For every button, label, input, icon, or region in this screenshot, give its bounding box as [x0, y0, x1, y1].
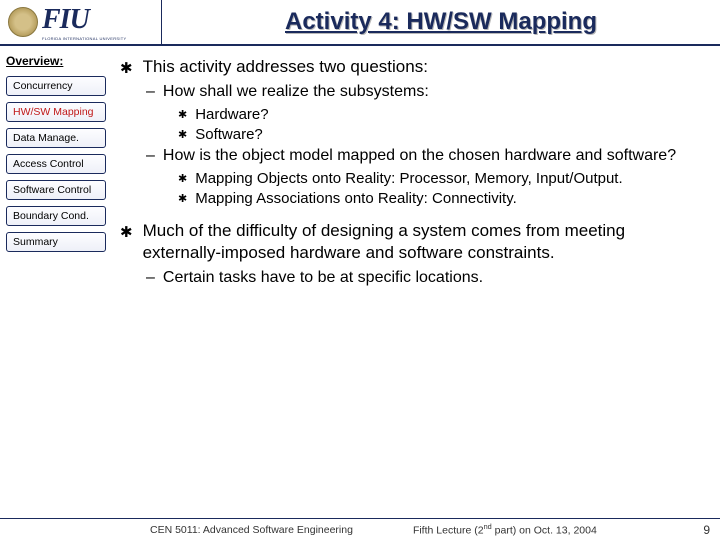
bullet-1-dash-1: – How shall we realize the subsystems:	[146, 82, 698, 103]
bullet-1-text: This activity addresses two questions:	[143, 56, 428, 78]
bullet-icon: ✱	[178, 171, 187, 191]
sidebar-item-software-control[interactable]: Software Control	[6, 180, 106, 200]
body: Overview: Concurrency HW/SW Mapping Data…	[0, 46, 720, 518]
bullet-1-dash-2-sub-1: ✱ Mapping Objects onto Reality: Processo…	[178, 169, 698, 189]
footer-lecture-sup: nd	[484, 522, 492, 531]
sidebar-item-summary[interactable]: Summary	[6, 232, 106, 252]
bullet-icon: ✱	[178, 191, 187, 211]
footer-course: CEN 5011: Advanced Software Engineering	[150, 524, 353, 536]
footer-lecture-pre: Fifth Lecture (2	[413, 525, 484, 537]
page-number: 9	[703, 523, 710, 537]
footer: CEN 5011: Advanced Software Engineering …	[0, 518, 720, 540]
logo-subtext: FLORIDA INTERNATIONAL UNIVERSITY	[42, 36, 127, 41]
bullet-1-dash-1-sub-1: ✱ Hardware?	[178, 105, 698, 125]
bullet-icon: ✱	[120, 58, 133, 80]
bullet-2-dash-1-text: Certain tasks have to be at specific loc…	[163, 268, 483, 289]
bullet-icon: ✱	[120, 222, 133, 266]
bullet-2-text: Much of the difficulty of designing a sy…	[143, 220, 698, 264]
bullet-1-dash-2-text: How is the object model mapped on the ch…	[163, 146, 676, 167]
sidebar-heading: Overview:	[6, 54, 106, 68]
sidebar: Overview: Concurrency HW/SW Mapping Data…	[0, 46, 112, 518]
content: ✱ This activity addresses two questions:…	[112, 46, 720, 518]
sidebar-item-data-manage[interactable]: Data Manage.	[6, 128, 106, 148]
sub-text: Mapping Associations onto Reality: Conne…	[195, 189, 517, 209]
footer-lecture: Fifth Lecture (2nd part) on Oct. 13, 200…	[413, 522, 597, 537]
sub-text: Mapping Objects onto Reality: Processor,…	[195, 169, 622, 189]
sidebar-item-hwsw-mapping[interactable]: HW/SW Mapping	[6, 102, 106, 122]
bullet-2: ✱ Much of the difficulty of designing a …	[120, 220, 698, 264]
sub-text: Software?	[195, 125, 263, 145]
slide-title: Activity 4: HW/SW Mapping	[162, 8, 720, 36]
logo-text: FIU	[42, 4, 127, 36]
bullet-1-dash-1-sub-2: ✱ Software?	[178, 125, 698, 145]
bullet-2-dash-1: – Certain tasks have to be at specific l…	[146, 268, 698, 289]
header: FIU FLORIDA INTERNATIONAL UNIVERSITY Act…	[0, 0, 720, 46]
bullet-1-dash-2: – How is the object model mapped on the …	[146, 146, 698, 167]
dash-icon: –	[146, 146, 155, 167]
dash-icon: –	[146, 268, 155, 289]
university-seal-icon	[8, 7, 38, 37]
logo-text-block: FIU FLORIDA INTERNATIONAL UNIVERSITY	[42, 4, 127, 41]
bullet-1-dash-1-text: How shall we realize the subsystems:	[163, 82, 429, 103]
sub-text: Hardware?	[195, 105, 268, 125]
sidebar-item-access-control[interactable]: Access Control	[6, 154, 106, 174]
bullet-icon: ✱	[178, 127, 187, 147]
bullet-1: ✱ This activity addresses two questions:	[120, 56, 698, 78]
bullet-icon: ✱	[178, 107, 187, 127]
bullet-1-dash-2-sub-2: ✱ Mapping Associations onto Reality: Con…	[178, 189, 698, 209]
footer-lecture-post: part) on Oct. 13, 2004	[492, 525, 597, 537]
sidebar-item-concurrency[interactable]: Concurrency	[6, 76, 106, 96]
dash-icon: –	[146, 82, 155, 103]
sidebar-item-boundary-cond[interactable]: Boundary Cond.	[6, 206, 106, 226]
logo-area: FIU FLORIDA INTERNATIONAL UNIVERSITY	[0, 0, 162, 44]
